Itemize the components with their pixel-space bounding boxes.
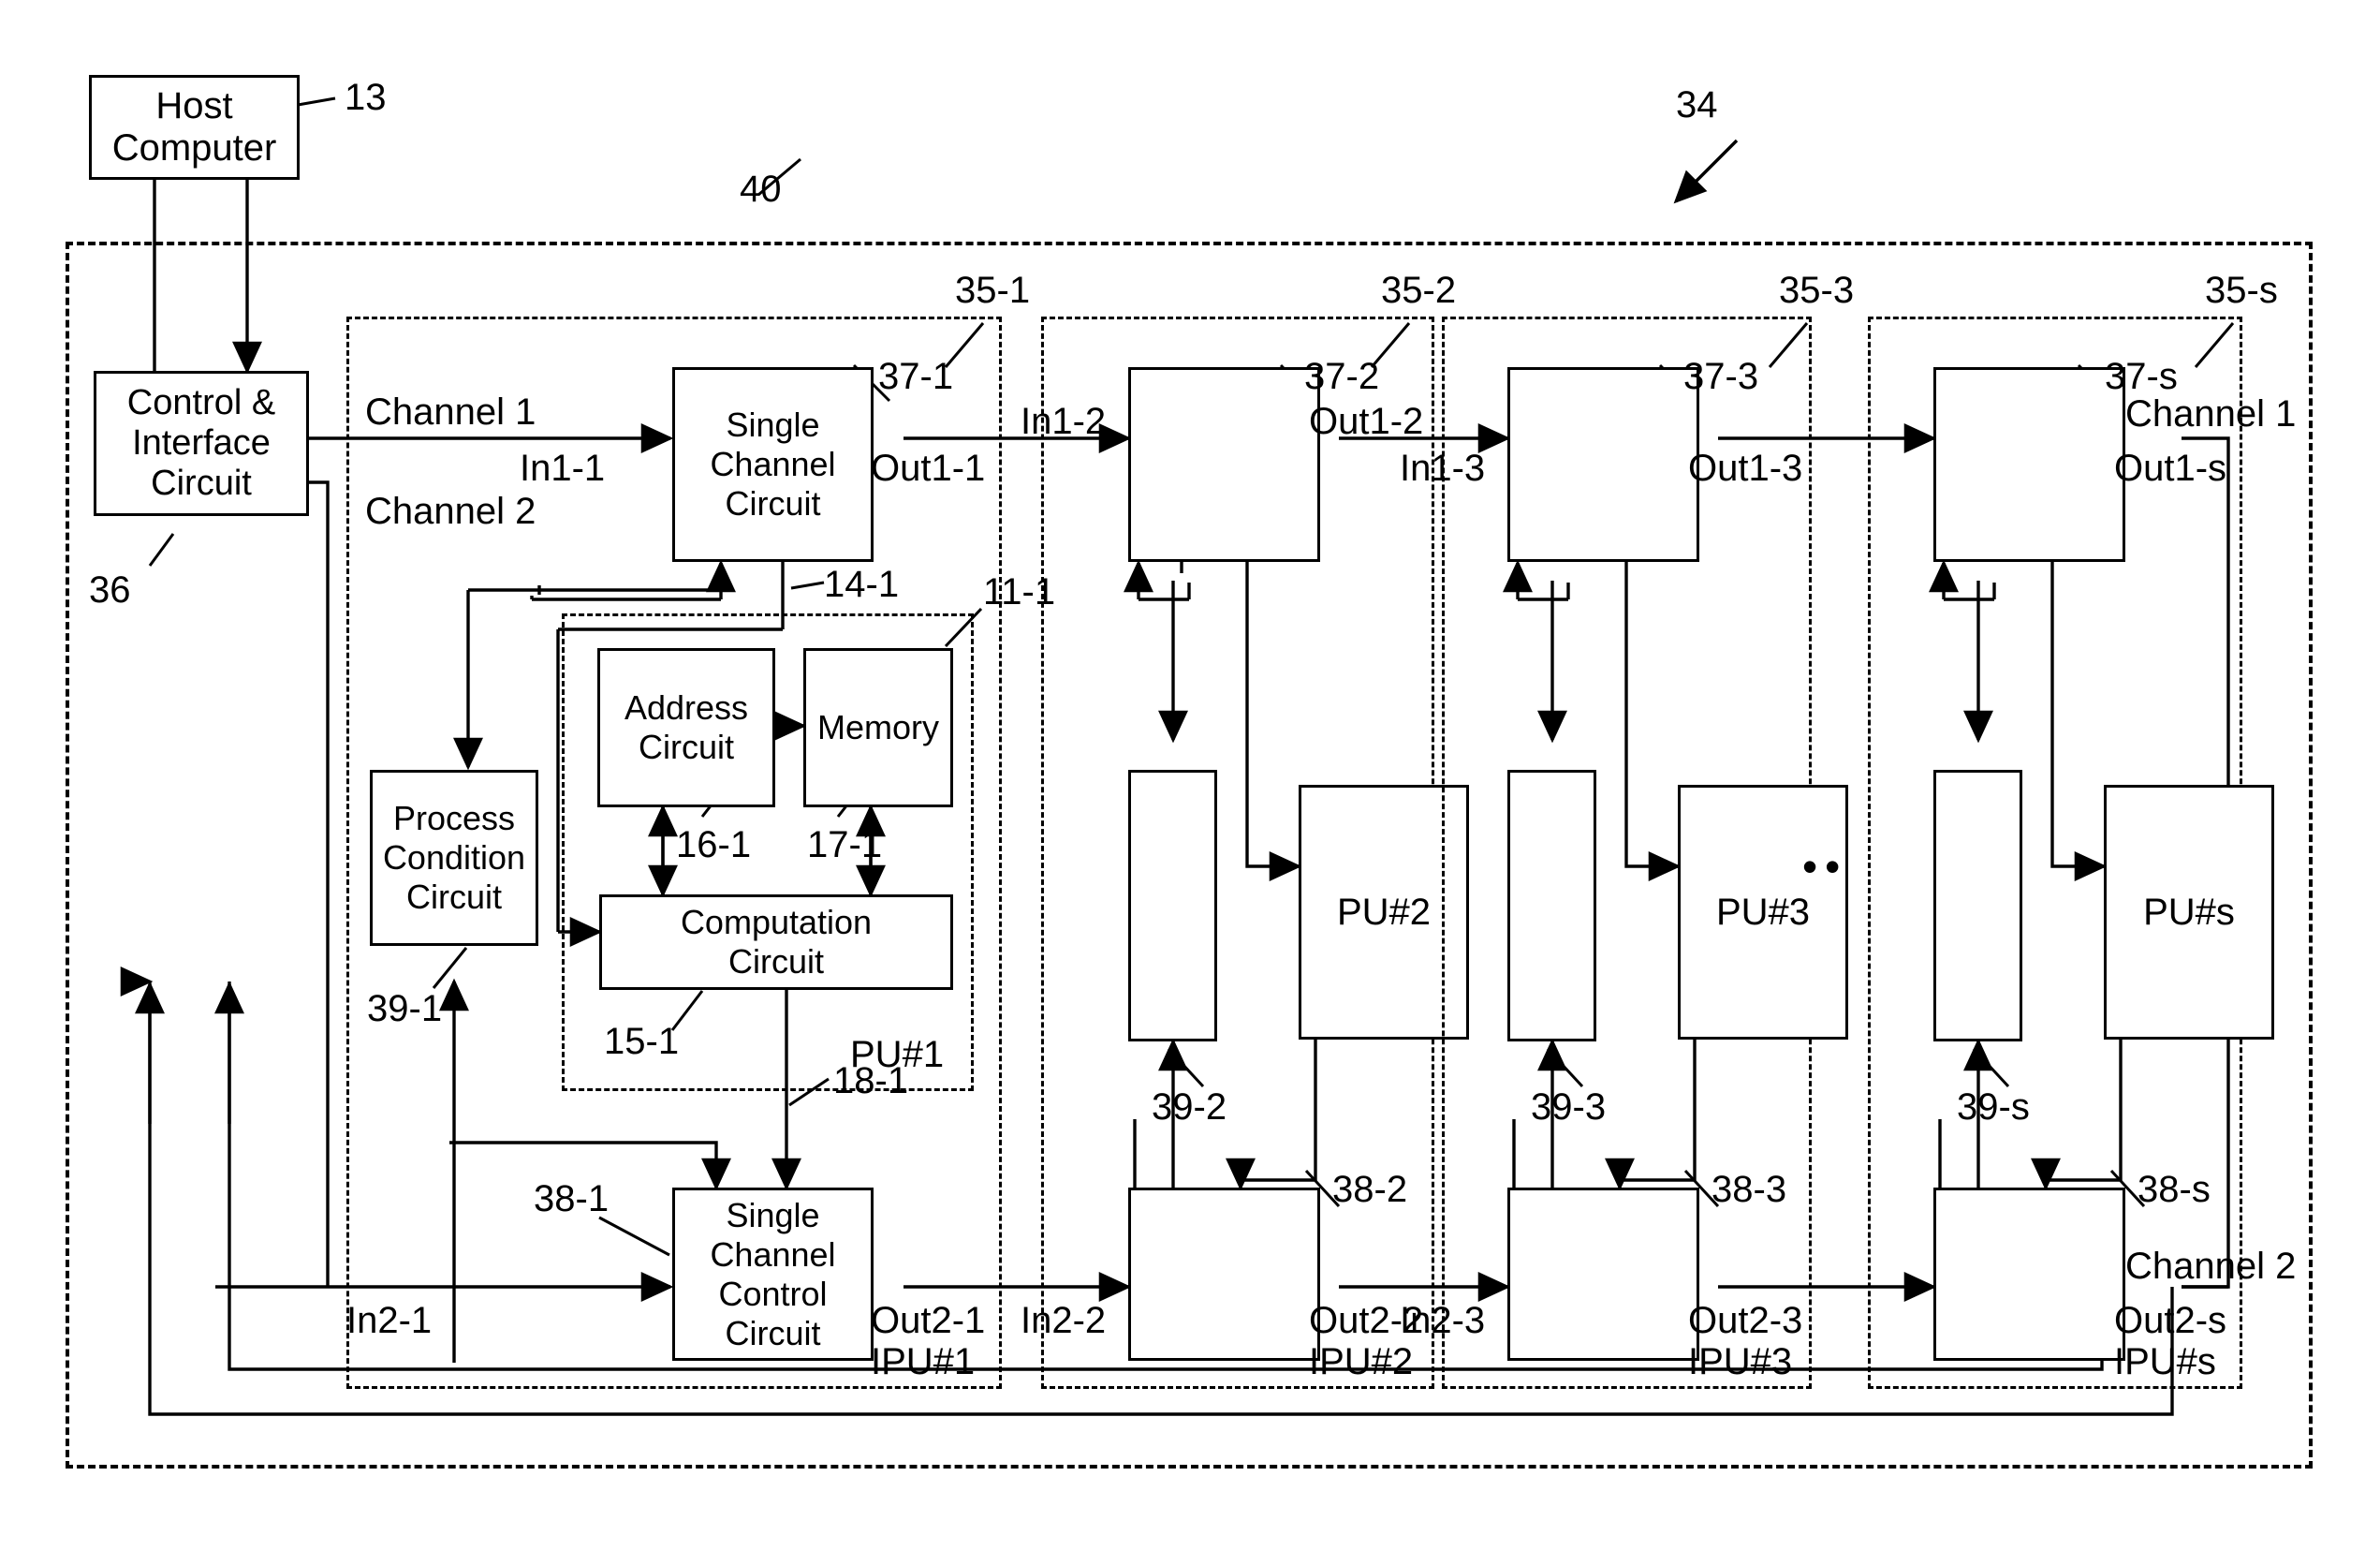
single-channel-control-circuit-3[interactable] (1507, 1188, 1699, 1361)
sccc-1-line1: Single (726, 1195, 820, 1234)
ref-38-s: 38-s (2138, 1169, 2211, 1210)
out1-1-label: Out1-1 (871, 448, 986, 489)
host-computer-line2: Computer (111, 127, 277, 169)
process-condition-circuit-1[interactable]: Process Condition Circuit (370, 770, 538, 946)
ipu-1-label: IPU#1 (871, 1341, 976, 1382)
channel-2-label-right: Channel 2 (2125, 1246, 2297, 1287)
pu-2-label: PU#2 (1336, 891, 1432, 933)
single-channel-circuit-s[interactable] (1933, 367, 2125, 562)
address-circuit-line1: Address (624, 688, 749, 727)
ref-39-2: 39-2 (1152, 1086, 1227, 1128)
ref-38-2: 38-2 (1332, 1169, 1408, 1210)
in1-3-label: In1-3 (1400, 448, 1486, 489)
ref-16-1: 16-1 (676, 824, 752, 865)
control-line3: Circuit (151, 464, 252, 503)
single-channel-circuit-2[interactable] (1128, 367, 1320, 562)
ref-36: 36 (89, 569, 131, 611)
ref-15-1: 15-1 (604, 1021, 680, 1062)
out1-s-label: Out1-s (2114, 448, 2227, 489)
single-channel-control-circuit-s[interactable] (1933, 1188, 2125, 1361)
pcc-1-line3: Circuit (405, 878, 502, 916)
ipu-2-label: IPU#2 (1309, 1341, 1414, 1382)
out2-3-label: Out2-3 (1688, 1300, 1803, 1341)
memory-1[interactable]: Memory (803, 648, 953, 807)
out1-3-label: Out1-3 (1688, 448, 1803, 489)
host-computer-line1: Host (155, 85, 233, 126)
ref-38-1: 38-1 (534, 1178, 610, 1219)
in2-2-label: In2-2 (1021, 1300, 1107, 1341)
ref-39-3: 39-3 (1531, 1086, 1607, 1128)
memory-label: Memory (816, 708, 939, 746)
scc-1-line1: Single (726, 406, 820, 444)
sccc-1-line3: Control (718, 1274, 828, 1313)
ref-17-1: 17-1 (807, 824, 883, 865)
ref-38-3: 38-3 (1712, 1169, 1787, 1210)
ref-40: 40 (740, 169, 782, 210)
ref-35-2: 35-2 (1381, 270, 1457, 311)
ref-34: 34 (1676, 84, 1718, 125)
channel-1-label-left: Channel 1 (365, 391, 536, 433)
scc-1-line3: Circuit (725, 484, 821, 523)
ref-18-1: 18-1 (833, 1060, 909, 1101)
host-computer-box[interactable]: Host Computer (89, 75, 300, 180)
ref-37-s: 37-s (2105, 356, 2178, 397)
ref-39-s: 39-s (1957, 1086, 2030, 1128)
scc-1-line2: Channel (710, 445, 836, 483)
control-line1: Control & (126, 383, 276, 422)
process-condition-circuit-2[interactable] (1128, 770, 1217, 1041)
out2-1-label: Out2-1 (871, 1300, 986, 1341)
ref-14-1: 14-1 (824, 564, 900, 605)
patent-figure-canvas: Host Computer 13 Control & Interface Cir… (0, 0, 2380, 1550)
out1-2-label: Out1-2 (1309, 401, 1424, 442)
address-circuit-1[interactable]: Address Circuit (597, 648, 775, 807)
out2-s-label: Out2-s (2114, 1300, 2227, 1341)
in1-1-label: In1-1 (520, 448, 606, 489)
control-line2: Interface (132, 423, 271, 463)
ref-39-1: 39-1 (367, 988, 443, 1029)
address-circuit-line2: Circuit (638, 728, 734, 766)
pcc-1-line2: Condition (382, 838, 526, 877)
process-condition-circuit-3[interactable] (1507, 770, 1596, 1041)
ipu-3-label: IPU#3 (1688, 1341, 1793, 1382)
in1-2-label: In1-2 (1021, 401, 1107, 442)
channel-1-label-right: Channel 1 (2125, 393, 2297, 435)
in2-1-label: In2-1 (346, 1300, 433, 1341)
process-condition-circuit-s[interactable] (1933, 770, 2022, 1041)
ref-13: 13 (345, 77, 387, 118)
ref-37-2: 37-2 (1304, 356, 1380, 397)
single-channel-control-circuit-1[interactable]: Single Channel Control Circuit (672, 1188, 874, 1361)
channel-2-label-left: Channel 2 (365, 491, 536, 532)
sccc-1-line4: Circuit (725, 1313, 821, 1352)
ref-37-1: 37-1 (878, 356, 954, 397)
control-interface-circuit-box[interactable]: Control & Interface Circuit (94, 371, 309, 516)
ref-35-s: 35-s (2205, 270, 2278, 311)
pu-3-label: PU#3 (1715, 891, 1811, 933)
single-channel-circuit-3[interactable] (1507, 367, 1699, 562)
single-channel-circuit-1[interactable]: Single Channel Circuit (672, 367, 874, 562)
ref-35-3: 35-3 (1779, 270, 1855, 311)
series-ellipsis: •• (1802, 842, 1848, 891)
ipu-s-label: IPU#s (2114, 1341, 2216, 1382)
ref-35-1: 35-1 (955, 270, 1031, 311)
pu-s-box[interactable]: PU#s (2104, 785, 2274, 1040)
computation-circuit-1[interactable]: Computation Circuit (599, 894, 953, 990)
ref-37-3: 37-3 (1683, 356, 1759, 397)
pu-s-label: PU#s (2143, 891, 2235, 933)
sccc-1-line2: Channel (710, 1234, 836, 1274)
computation-line1: Computation (680, 903, 873, 941)
single-channel-control-circuit-2[interactable] (1128, 1188, 1320, 1361)
pcc-1-line1: Process (392, 799, 516, 837)
pu-3-box[interactable]: PU#3 (1678, 785, 1848, 1040)
computation-line2: Circuit (727, 942, 824, 981)
in2-3-label: In2-3 (1400, 1300, 1486, 1341)
